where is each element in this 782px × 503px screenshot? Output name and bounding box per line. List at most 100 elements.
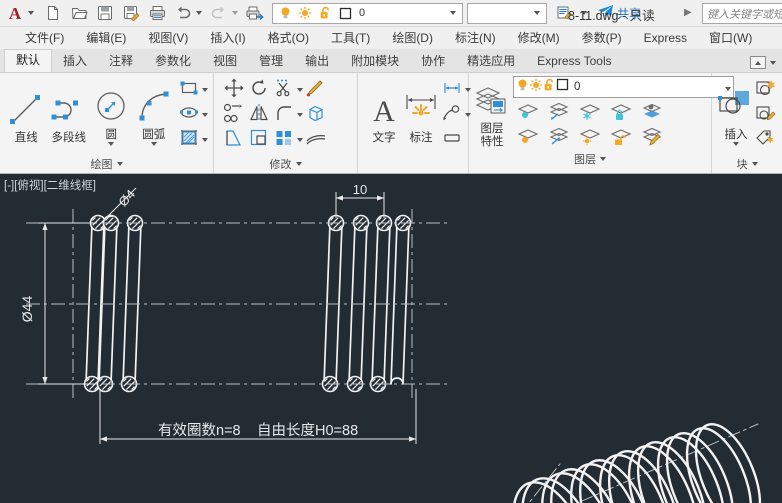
tab-collaborate[interactable]: 协作 xyxy=(410,50,456,72)
chevron-down-icon[interactable] xyxy=(446,11,460,15)
tab-insert[interactable]: 插入 xyxy=(52,50,98,72)
modify-mirror-button[interactable] xyxy=(247,103,271,127)
tab-express-tools[interactable]: Express Tools xyxy=(526,50,622,72)
tab-output[interactable]: 输出 xyxy=(294,50,340,72)
chevron-down-icon[interactable] xyxy=(202,88,208,92)
table-button[interactable] xyxy=(440,128,464,152)
layer-thaw-button[interactable] xyxy=(575,126,605,150)
modify-fillet-button[interactable] xyxy=(272,103,296,127)
modify-offset-button[interactable] xyxy=(304,128,328,152)
tab-home[interactable]: 默认 xyxy=(4,49,53,72)
ribbon-minimize-icon[interactable] xyxy=(750,56,776,69)
modify-copy-button[interactable] xyxy=(222,103,246,127)
sun-icon[interactable] xyxy=(295,6,315,20)
chevron-down-icon[interactable] xyxy=(150,142,157,146)
layer-freeze-button[interactable] xyxy=(575,101,605,125)
panel-block-title[interactable]: 块 xyxy=(712,155,782,173)
chevron-down-icon[interactable] xyxy=(297,138,303,142)
layer-match-button[interactable] xyxy=(637,126,667,150)
draw-line-button[interactable]: 直线 xyxy=(5,87,48,144)
menu-tools[interactable]: 工具(T) xyxy=(320,27,381,49)
modify-scale-button[interactable] xyxy=(247,128,271,152)
modify-array-button[interactable] xyxy=(272,128,296,152)
lightbulb-on-icon[interactable] xyxy=(275,6,295,20)
menu-view[interactable]: 视图(V) xyxy=(137,27,199,49)
tab-annotate[interactable]: 注释 xyxy=(98,50,144,72)
sun-icon[interactable] xyxy=(529,78,543,97)
chevron-down-icon[interactable] xyxy=(751,162,758,166)
layer-unlock-button[interactable] xyxy=(606,126,636,150)
panel-draw-title[interactable]: 绘图 xyxy=(0,155,213,173)
tab-addins[interactable]: 附加模块 xyxy=(340,50,410,72)
modify-erase-button[interactable] xyxy=(304,78,328,102)
tab-featured-apps[interactable]: 精选应用 xyxy=(456,50,526,72)
tab-manage[interactable]: 管理 xyxy=(248,50,294,72)
draw-rectangle-button[interactable] xyxy=(177,78,201,102)
chevron-down-icon[interactable] xyxy=(295,162,302,166)
chevron-down-icon[interactable] xyxy=(116,162,123,166)
annotation-text-button[interactable]: A 文字 xyxy=(366,87,402,144)
draw-circle-button[interactable]: 圆 xyxy=(90,84,133,146)
edit-block-button[interactable] xyxy=(754,103,778,127)
plot-preview-icon[interactable] xyxy=(242,0,268,26)
chevron-down-icon[interactable] xyxy=(297,113,303,117)
linear-dimension-button[interactable] xyxy=(440,78,464,102)
chevron-down-icon[interactable] xyxy=(28,11,34,15)
menu-parametric[interactable]: 参数(P) xyxy=(571,27,633,49)
new-file-icon[interactable] xyxy=(40,0,66,26)
insert-block-button[interactable]: 插入 xyxy=(716,84,756,146)
quick-layer-combo[interactable]: 0 xyxy=(272,2,463,24)
layer-properties-button[interactable]: 图层 特性 xyxy=(473,78,511,148)
chevron-down-icon[interactable] xyxy=(600,157,606,161)
undo-icon[interactable] xyxy=(170,0,196,26)
chevron-down-icon[interactable] xyxy=(297,88,303,92)
application-menu-button[interactable]: A xyxy=(0,0,30,26)
layer-isolate-button[interactable] xyxy=(544,101,574,125)
unlock-icon[interactable] xyxy=(315,6,335,20)
tab-view[interactable]: 视图 xyxy=(202,50,248,72)
plot-icon[interactable] xyxy=(144,0,170,26)
layer-off-button[interactable] xyxy=(513,101,543,125)
chevron-down-icon[interactable] xyxy=(108,142,115,146)
draw-ellipse-button[interactable] xyxy=(177,103,201,127)
layer-merge-button[interactable] xyxy=(637,101,667,125)
draw-polyline-button[interactable]: 多段线 xyxy=(48,87,91,144)
chevron-down-icon[interactable] xyxy=(202,113,208,117)
current-layer-combo[interactable]: 0 xyxy=(513,76,734,98)
modify-move-button[interactable] xyxy=(222,78,246,102)
panel-layers-title[interactable]: 图层 xyxy=(469,150,711,168)
chevron-down-icon[interactable] xyxy=(202,138,208,142)
menu-dimension[interactable]: 标注(N) xyxy=(444,27,507,49)
draw-arc-button[interactable]: 圆弧 xyxy=(133,84,176,146)
chevron-down-icon[interactable] xyxy=(733,142,739,146)
layer-on-button[interactable] xyxy=(513,126,543,150)
modify-trim-button[interactable] xyxy=(272,78,296,102)
menu-modify[interactable]: 修改(M) xyxy=(507,27,571,49)
workspace-combo[interactable] xyxy=(467,2,547,24)
menu-draw[interactable]: 绘图(D) xyxy=(381,27,444,49)
search-input[interactable]: 键入关键字或短语 xyxy=(702,3,782,24)
modify-explode-button[interactable] xyxy=(304,103,328,127)
drawing-canvas[interactable]: [-][俯视][二维线框] Ø44 Ø4 10 有效圈数n=8 自由长度H0=8… xyxy=(0,174,782,503)
menu-window[interactable]: 窗口(W) xyxy=(698,27,763,49)
layer-unisolate-button[interactable] xyxy=(544,126,574,150)
tab-parametric[interactable]: 参数化 xyxy=(144,50,202,72)
open-file-icon[interactable] xyxy=(66,0,92,26)
define-attribute-button[interactable] xyxy=(754,128,778,152)
color-swatch-icon[interactable] xyxy=(556,78,569,96)
color-swatch-icon[interactable] xyxy=(335,7,355,20)
lightbulb-on-icon[interactable] xyxy=(516,78,529,97)
modify-stretch-button[interactable] xyxy=(222,128,246,152)
unlock-icon[interactable] xyxy=(543,78,556,97)
menu-format[interactable]: 格式(O) xyxy=(257,27,320,49)
layer-lock-button[interactable] xyxy=(606,101,636,125)
menu-insert[interactable]: 插入(I) xyxy=(199,27,256,49)
menu-edit[interactable]: 编辑(E) xyxy=(75,27,137,49)
create-block-button[interactable] xyxy=(754,78,778,102)
chevron-down-icon[interactable] xyxy=(530,11,544,15)
undo-dropdown-icon[interactable] xyxy=(196,11,202,15)
panel-modify-title[interactable]: 修改 xyxy=(214,155,357,173)
titlebar-overflow-arrow[interactable]: ▶ xyxy=(684,7,692,18)
annotation-dimension-button[interactable]: 标注 xyxy=(402,87,440,144)
leader-button[interactable] xyxy=(440,103,464,127)
